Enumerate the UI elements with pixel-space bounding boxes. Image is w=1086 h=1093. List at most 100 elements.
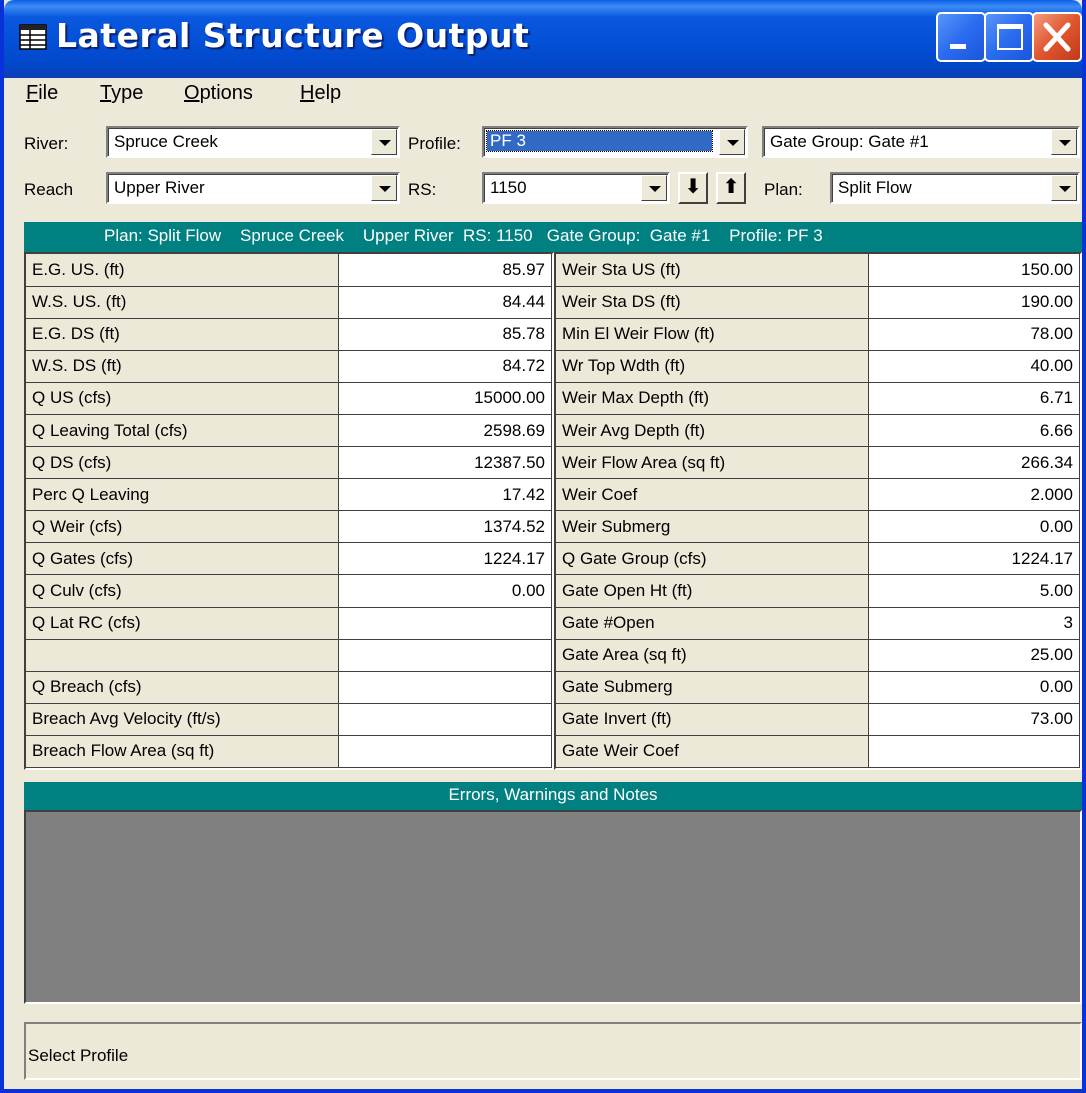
chevron-down-icon[interactable] bbox=[371, 129, 397, 155]
left-table: E.G. US. (ft) 85.97 W.S. US. (ft) 84.44 E.G.… bbox=[26, 254, 552, 769]
row-value[interactable]: 1224.17 bbox=[868, 542, 1080, 576]
title-bar[interactable]: Lateral Structure Output bbox=[4, 0, 1082, 78]
row-label: Q Lat RC (cfs) bbox=[26, 607, 339, 640]
table-row: E.G. DS (ft) 85.78 bbox=[26, 318, 552, 351]
results-header: Plan: Split Flow Spruce Creek Upper Rive… bbox=[24, 222, 1082, 252]
row-label: Gate Area (sq ft) bbox=[556, 639, 869, 672]
table-row: W.S. DS (ft) 84.72 bbox=[26, 350, 552, 383]
left-results-table: E.G. US. (ft) 85.97 W.S. US. (ft) 84.44 E.G.… bbox=[24, 252, 554, 770]
row-value[interactable]: 12387.50 bbox=[338, 446, 552, 480]
row-value[interactable]: 84.44 bbox=[338, 286, 552, 319]
chevron-down-icon[interactable] bbox=[1051, 129, 1077, 155]
row-value[interactable]: 85.78 bbox=[338, 318, 552, 351]
row-value[interactable]: 1224.17 bbox=[338, 542, 552, 576]
row-value[interactable] bbox=[338, 735, 552, 769]
river-select[interactable]: Spruce Creek bbox=[106, 126, 400, 158]
menu-help[interactable]: Help bbox=[300, 82, 341, 105]
row-label: E.G. DS (ft) bbox=[26, 318, 339, 351]
rs-up-button[interactable]: ⬆ bbox=[716, 172, 746, 204]
row-value[interactable]: 6.66 bbox=[868, 414, 1080, 448]
row-value[interactable]: 0.00 bbox=[868, 671, 1080, 704]
row-value[interactable]: 40.00 bbox=[868, 350, 1080, 383]
arrow-up-icon: ⬆ bbox=[722, 176, 740, 198]
row-value[interactable]: 78.00 bbox=[868, 318, 1080, 351]
chevron-down-icon[interactable] bbox=[1051, 175, 1077, 201]
menu-file[interactable]: File bbox=[26, 82, 58, 105]
row-label: W.S. DS (ft) bbox=[26, 350, 339, 383]
table-row: Weir Coef 2.000 bbox=[556, 478, 1080, 512]
row-value[interactable]: 73.00 bbox=[868, 703, 1080, 736]
row-label: Q DS (cfs) bbox=[26, 446, 339, 480]
river-label: River: bbox=[24, 134, 69, 153]
row-label: Gate Invert (ft) bbox=[556, 703, 869, 736]
row-value[interactable]: 15000.00 bbox=[338, 382, 552, 415]
row-value[interactable]: 1374.52 bbox=[338, 510, 552, 544]
table-row: Q Gates (cfs) 1224.17 bbox=[26, 542, 552, 576]
table-row: Q Weir (cfs) 1374.52 bbox=[26, 510, 552, 544]
profile-label: Profile: bbox=[408, 134, 461, 153]
rs-select[interactable]: 1150 bbox=[482, 172, 670, 204]
menu-bar: File Type Options Help bbox=[4, 78, 1082, 114]
row-label: Q Weir (cfs) bbox=[26, 510, 339, 544]
row-value[interactable]: 17.42 bbox=[338, 478, 552, 512]
row-value[interactable]: 0.00 bbox=[338, 574, 552, 608]
close-button[interactable] bbox=[1032, 12, 1082, 62]
row-label bbox=[26, 639, 339, 672]
row-value[interactable] bbox=[338, 703, 552, 736]
table-row: Gate Invert (ft) 73.00 bbox=[556, 703, 1080, 736]
row-label: Weir Flow Area (sq ft) bbox=[556, 446, 869, 480]
profile-select[interactable]: PF 3 bbox=[482, 126, 748, 158]
row-value[interactable]: 25.00 bbox=[868, 639, 1080, 672]
table-row: Weir Sta DS (ft) 190.00 bbox=[556, 286, 1080, 319]
profile-select-value: PF 3 bbox=[486, 130, 713, 152]
gate-group-select-value: Gate Group: Gate #1 bbox=[770, 132, 929, 151]
row-value[interactable]: 84.72 bbox=[338, 350, 552, 383]
row-value[interactable] bbox=[338, 671, 552, 704]
table-row: Q Culv (cfs) 0.00 bbox=[26, 574, 552, 608]
table-row: Breach Avg Velocity (ft/s) bbox=[26, 703, 552, 736]
row-value[interactable]: 3 bbox=[868, 607, 1080, 640]
table-app-icon bbox=[19, 24, 47, 50]
row-value[interactable]: 190.00 bbox=[868, 286, 1080, 319]
row-value[interactable]: 5.00 bbox=[868, 574, 1080, 608]
errors-header-text: Errors, Warnings and Notes bbox=[448, 785, 658, 804]
plan-select[interactable]: Split Flow bbox=[830, 172, 1080, 204]
row-value[interactable]: 0.00 bbox=[868, 510, 1080, 544]
table-row: W.S. US. (ft) 84.44 bbox=[26, 286, 552, 319]
errors-panel[interactable] bbox=[24, 810, 1082, 1004]
row-label: Q Gates (cfs) bbox=[26, 542, 339, 576]
table-row: Weir Avg Depth (ft) 6.66 bbox=[556, 414, 1080, 448]
row-label: Weir Sta US (ft) bbox=[556, 254, 869, 287]
chevron-down-icon[interactable] bbox=[719, 129, 745, 155]
table-row: Q US (cfs) 15000.00 bbox=[26, 382, 552, 415]
table-row: Gate Open Ht (ft) 5.00 bbox=[556, 574, 1080, 608]
row-value[interactable]: 85.97 bbox=[338, 254, 552, 287]
reach-select[interactable]: Upper River bbox=[106, 172, 400, 204]
errors-header: Errors, Warnings and Notes bbox=[24, 782, 1082, 810]
row-label: Breach Flow Area (sq ft) bbox=[26, 735, 339, 769]
chevron-down-icon[interactable] bbox=[371, 175, 397, 201]
menu-options[interactable]: Options bbox=[184, 82, 253, 105]
gate-group-select[interactable]: Gate Group: Gate #1 bbox=[762, 126, 1080, 158]
row-label: Min El Weir Flow (ft) bbox=[556, 318, 869, 351]
menu-type[interactable]: Type bbox=[100, 82, 143, 105]
table-row: Gate Weir Coef bbox=[556, 735, 1080, 769]
row-value[interactable] bbox=[338, 639, 552, 672]
row-value[interactable]: 150.00 bbox=[868, 254, 1080, 287]
minimize-button[interactable] bbox=[936, 12, 986, 62]
row-label: Weir Max Depth (ft) bbox=[556, 382, 869, 415]
maximize-button[interactable] bbox=[984, 12, 1034, 62]
status-bar: Select Profile bbox=[24, 1022, 1082, 1080]
row-label: Weir Coef bbox=[556, 478, 869, 512]
row-value[interactable]: 2.000 bbox=[868, 478, 1080, 512]
row-value[interactable] bbox=[338, 607, 552, 640]
chevron-down-icon[interactable] bbox=[641, 175, 667, 201]
row-value[interactable]: 2598.69 bbox=[338, 414, 552, 448]
right-table: Weir Sta US (ft) 150.00 Weir Sta DS (ft) 19… bbox=[556, 254, 1080, 769]
table-row: Gate Submerg 0.00 bbox=[556, 671, 1080, 704]
rs-down-button[interactable]: ⬇ bbox=[678, 172, 708, 204]
row-value[interactable] bbox=[868, 735, 1080, 769]
row-label: W.S. US. (ft) bbox=[26, 286, 339, 319]
row-value[interactable]: 266.34 bbox=[868, 446, 1080, 480]
row-value[interactable]: 6.71 bbox=[868, 382, 1080, 415]
